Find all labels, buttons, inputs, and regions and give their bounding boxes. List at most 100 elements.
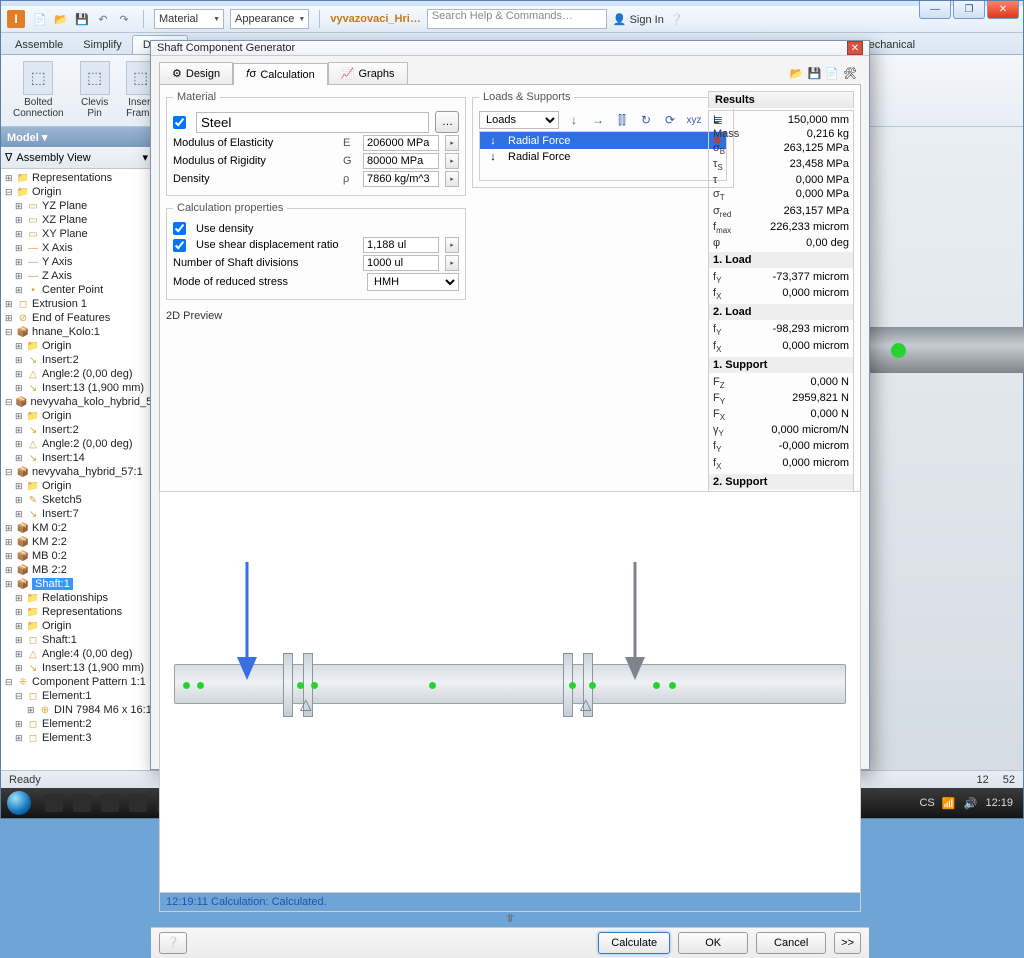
tree-node[interactable]: ⊞↘Insert:13 (1,900 mm) xyxy=(1,381,152,395)
tree-node[interactable]: ⊟📦nevyvaha_hybrid_57:1 xyxy=(1,465,152,479)
tree-node[interactable]: ⊞↘Insert:13 (1,900 mm) xyxy=(1,661,152,675)
use-shear-checkbox[interactable] xyxy=(173,239,186,252)
material-field[interactable]: 206000 MPa xyxy=(363,135,439,151)
tree-node[interactable]: ⊞—Z Axis xyxy=(1,269,152,283)
material-dd[interactable]: ▸ xyxy=(445,171,459,187)
qat-new-icon[interactable]: 📄 xyxy=(31,10,49,28)
browser-settings-icon[interactable]: ▾ xyxy=(142,151,148,164)
tree-node[interactable]: ⊟📁Origin xyxy=(1,185,152,199)
load-xyz-icon[interactable]: xyz xyxy=(685,111,703,129)
tree-node[interactable]: ⊞📁Representations xyxy=(1,171,152,185)
qat-redo-icon[interactable]: ↷ xyxy=(115,10,133,28)
tray-volume-icon[interactable]: 🔊 xyxy=(963,797,977,810)
load-axial-icon[interactable]: → xyxy=(589,111,607,129)
material-browse[interactable]: … xyxy=(435,111,459,133)
use-density-checkbox[interactable] xyxy=(173,222,186,235)
tree-node[interactable]: ⊞◻Shaft:1 xyxy=(1,633,152,647)
system-tray[interactable]: CS 📶 🔊 12:19 xyxy=(919,797,1023,810)
tab-calculation[interactable]: 𝑓σ Calculation xyxy=(233,63,328,85)
tree-node[interactable]: ⊞◻Extrusion 1 xyxy=(1,297,152,311)
tree-node[interactable]: ⊞✎Sketch5 xyxy=(1,493,152,507)
tree-node[interactable]: ⊟◻Element:1 xyxy=(1,689,152,703)
tray-lang[interactable]: CS xyxy=(919,797,933,809)
sign-in[interactable]: 👤 Sign In xyxy=(613,13,664,26)
load-moment-icon[interactable]: ↻ xyxy=(637,111,655,129)
tree-node[interactable]: ⊞△Angle:2 (0,00 deg) xyxy=(1,437,152,451)
tree-node[interactable]: ⊞📦MB 2:2 xyxy=(1,563,152,577)
help-icon[interactable]: ❔ xyxy=(670,13,684,26)
cancel-button[interactable]: Cancel xyxy=(756,932,826,954)
ribbon-tab-assemble[interactable]: Assemble xyxy=(5,36,73,54)
ribbon-tab-simplify[interactable]: Simplify xyxy=(73,36,132,54)
start-button[interactable] xyxy=(1,788,37,818)
tree-node[interactable]: ⊞📦KM 0:2 xyxy=(1,521,152,535)
dlg-save-icon[interactable]: 💾 xyxy=(808,67,822,80)
tray-clock[interactable]: 12:19 xyxy=(985,797,1013,809)
appearance-combo[interactable]: Appearance xyxy=(230,9,309,29)
tree-node[interactable]: ⊟📦hnane_Kolo:1 xyxy=(1,325,152,339)
material-dd[interactable]: ▸ xyxy=(445,153,459,169)
calculate-button[interactable]: Calculate xyxy=(598,932,670,954)
loads-list[interactable]: ↓ Radial Force✖↓ Radial Force xyxy=(479,131,727,181)
help-search[interactable]: Search Help & Commands… xyxy=(427,9,607,29)
tree-node[interactable]: ⊞—X Axis xyxy=(1,241,152,255)
dlg-export-icon[interactable]: 📄 xyxy=(825,67,839,80)
material-field[interactable]: 80000 MPa xyxy=(363,153,439,169)
tree-node[interactable]: ⊞📦Shaft:1 xyxy=(1,577,152,591)
tree-node[interactable]: ⊞↘Insert:2 xyxy=(1,353,152,367)
tree-node[interactable]: ⊞📁Origin xyxy=(1,409,152,423)
tree-node[interactable]: ⊞△Angle:2 (0,00 deg) xyxy=(1,367,152,381)
material-dd[interactable]: ▸ xyxy=(445,135,459,151)
tree-node[interactable]: ⊞📁Relationships xyxy=(1,591,152,605)
assembly-view-combo[interactable]: Assembly View xyxy=(16,152,138,164)
tree-node[interactable]: ⊞▭YZ Plane xyxy=(1,199,152,213)
tree-node[interactable]: ⊞◻Element:3 xyxy=(1,731,152,745)
load-distributed-icon[interactable]: ⫿⫿ xyxy=(613,111,631,129)
tree-node[interactable]: ⊞📁Representations xyxy=(1,605,152,619)
expand-button[interactable]: >> xyxy=(834,932,861,954)
divisions-dropdown[interactable]: ▸ xyxy=(445,255,459,271)
tree-node[interactable]: ⊞↘Insert:14 xyxy=(1,451,152,465)
tab-design[interactable]: ⚙ Design xyxy=(159,62,233,84)
tree-node[interactable]: ⊞📦KM 2:2 xyxy=(1,535,152,549)
qat-undo-icon[interactable]: ↶ xyxy=(94,10,112,28)
use-material-checkbox[interactable] xyxy=(173,116,186,129)
tree-node[interactable]: ⊞—Y Axis xyxy=(1,255,152,269)
mode-select[interactable]: HMH xyxy=(367,273,459,291)
dlg-settings-icon[interactable]: 🛠 xyxy=(843,67,857,80)
tree-node[interactable]: ⊞📁Origin xyxy=(1,339,152,353)
tree-node[interactable]: ⊞↘Insert:2 xyxy=(1,423,152,437)
tree-node[interactable]: ⊞↘Insert:7 xyxy=(1,507,152,521)
load-item[interactable]: ↓ Radial Force xyxy=(480,149,726,165)
tree-node[interactable]: ⊞📁Origin xyxy=(1,619,152,633)
window-restore[interactable]: ❐ xyxy=(953,1,985,19)
tray-network-icon[interactable]: 📶 xyxy=(941,797,955,810)
load-torque-icon[interactable]: ⟳ xyxy=(661,111,679,129)
tree-node[interactable]: ⊞📁Origin xyxy=(1,479,152,493)
dialog-close[interactable]: ✕ xyxy=(847,41,863,55)
tree-node[interactable]: ⊞◻Element:2 xyxy=(1,717,152,731)
material-name-field[interactable] xyxy=(196,112,429,133)
tree-node[interactable]: ⊞▭XZ Plane xyxy=(1,213,152,227)
qat-open-icon[interactable]: 📂 xyxy=(52,10,70,28)
loads-combo[interactable]: Loads xyxy=(479,111,559,129)
divisions-field[interactable]: 1000 ul xyxy=(363,255,439,271)
tree-node[interactable]: ⊟⁜Component Pattern 1:1 xyxy=(1,675,152,689)
load-radial-icon[interactable]: ↓ xyxy=(565,111,583,129)
shear-dropdown[interactable]: ▸ xyxy=(445,237,459,253)
tree-node[interactable]: ⊞•Center Point xyxy=(1,283,152,297)
tree-node[interactable]: ⊞📦MB 0:2 xyxy=(1,549,152,563)
load-item[interactable]: ↓ Radial Force✖ xyxy=(480,132,726,149)
ribbon-cmd-bolted[interactable]: ⬚Bolted Connection xyxy=(7,59,70,121)
shear-ratio-field[interactable]: 1,188 ul xyxy=(363,237,439,253)
tree-node[interactable]: ⊞⊕DIN 7984 M6 x 16:1 xyxy=(1,703,152,717)
model-tree[interactable]: ⊞📁Representations⊟📁Origin⊞▭YZ Plane⊞▭XZ … xyxy=(1,169,152,787)
tree-node[interactable]: ⊞▭XY Plane xyxy=(1,227,152,241)
tree-node[interactable]: ⊟📦nevyvaha_kolo_hybrid_57:1 xyxy=(1,395,152,409)
window-close[interactable]: ✕ xyxy=(987,1,1019,19)
window-minimize[interactable]: — xyxy=(919,1,951,19)
dlg-open-icon[interactable]: 📂 xyxy=(790,67,804,80)
model-browser-title[interactable]: Model ▾ xyxy=(1,127,152,147)
material-combo[interactable]: Material xyxy=(154,9,224,29)
ribbon-cmd-clevis[interactable]: ⬚Clevis Pin xyxy=(74,59,116,121)
